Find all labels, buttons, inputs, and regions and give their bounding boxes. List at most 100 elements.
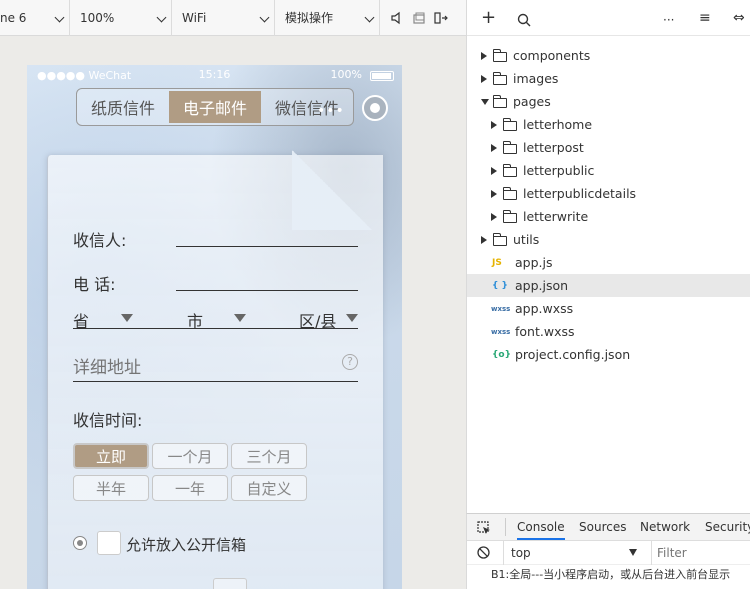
close-capsule-icon[interactable] [362,95,388,121]
chevron-right-icon[interactable] [491,144,497,152]
network-select[interactable]: WiFi [172,0,275,36]
json-file-icon: { } [492,280,508,291]
tree-folder[interactable]: images [467,67,750,90]
tree-item-label: components [513,48,591,63]
tree-file[interactable]: { } app.json [467,274,750,297]
public-mailbox-radio[interactable] [73,536,87,550]
city-dropdown-icon[interactable] [234,314,246,322]
detail-address-underline [73,381,358,382]
console-filter-input[interactable] [657,544,747,562]
public-mailbox-checkbox[interactable] [97,531,121,555]
folder-icon [502,210,517,223]
time-option-custom[interactable]: 自定义 [231,475,307,501]
receive-time-label: 收信时间: [73,411,143,430]
tree-folder[interactable]: letterpublic [467,159,750,182]
chevron-right-icon[interactable] [491,121,497,129]
time-option-immediate[interactable]: 立即 [73,443,149,469]
tree-item-label: app.json [515,278,569,293]
context-dropdown-icon[interactable] [629,549,637,556]
chevron-right-icon[interactable] [481,75,487,83]
recipient-label: 收信人: [73,231,127,250]
tree-item-label: app.wxss [515,301,574,316]
tab-network[interactable]: Network [640,520,690,534]
phone-input[interactable] [176,290,358,291]
tree-folder[interactable]: utils [467,228,750,251]
chevron-right-icon[interactable] [491,167,497,175]
chevron-down-icon [259,12,270,22]
tab-security[interactable]: Security [705,520,750,534]
tree-file[interactable]: wxss font.wxss [467,320,750,343]
district-dropdown-icon[interactable] [346,314,358,322]
chevron-down-icon [54,12,65,22]
tree-file[interactable]: JS app.js [467,251,750,274]
clear-console-icon[interactable] [477,546,490,559]
tree-folder[interactable]: letterpublicdetails [467,182,750,205]
inspect-element-icon[interactable] [477,521,491,535]
letter-type-tabs: 纸质信件 电子邮件 微信信件 [76,88,354,126]
tab-email-letter[interactable]: 电子邮件 [169,91,261,123]
tab-console[interactable]: Console [517,520,565,540]
tree-folder[interactable]: letterhome [467,113,750,136]
device-select[interactable]: ne 6 [0,0,70,36]
folder-icon [492,95,507,108]
tree-item-label: utils [513,232,540,247]
device-select-value: ne 6 [0,10,27,25]
add-file-icon[interactable]: + [481,9,496,27]
tree-folder[interactable]: letterpost [467,136,750,159]
chevron-down-icon [156,12,167,22]
time-option-three-months[interactable]: 三个月 [231,443,307,469]
folder-icon [502,187,517,200]
tree-item-label: pages [513,94,551,109]
rotate-device-icon[interactable] [412,11,426,25]
tree-folder[interactable]: pages [467,90,750,113]
more-options-icon[interactable]: ··· [663,12,674,28]
tab-divider [505,518,506,536]
chevron-right-icon[interactable] [481,52,487,60]
wxss-file-icon: wxss [491,327,511,336]
tab-paper-letter[interactable]: 纸质信件 [77,89,169,125]
detach-window-icon[interactable] [434,11,448,25]
devtools-tabs: Console Sources Network Security [467,514,750,541]
wxss-file-icon: wxss [491,304,511,313]
chevron-right-icon[interactable] [491,190,497,198]
folder-icon [492,49,507,62]
province-dropdown-icon[interactable] [121,314,133,322]
folder-icon [492,233,507,246]
chevron-right-icon[interactable] [481,236,487,244]
submit-button-partial[interactable] [213,578,247,589]
simulator-toolbar: ne 6 100% WiFi 模拟操作 [0,0,466,36]
paper-fold-decoration [292,150,372,230]
more-menu-icon[interactable]: ••• [317,103,345,119]
zoom-select[interactable]: 100% [70,0,172,36]
time-option-half-year[interactable]: 半年 [73,475,149,501]
region-underline [73,328,358,329]
operation-mode-value: 模拟操作 [285,11,334,25]
folder-icon [492,72,507,85]
time-option-one-month[interactable]: 一个月 [152,443,228,469]
tree-folder[interactable]: components [467,44,750,67]
volume-icon[interactable] [390,11,404,25]
tree-file[interactable]: {o} project.config.json [467,343,750,366]
operation-mode-select[interactable]: 模拟操作 [275,0,380,36]
public-mailbox-label: 允许放入公开信箱 [126,536,247,554]
help-icon[interactable]: ? [342,354,358,370]
tree-folder[interactable]: letterwrite [467,205,750,228]
console-filter-bar: top [467,541,750,565]
detail-address-input[interactable] [73,356,333,380]
recipient-input[interactable] [176,246,358,247]
devtools-console: Console Sources Network Security top B1:… [466,513,750,589]
tree-file[interactable]: wxss app.wxss [467,297,750,320]
tree-item-label: project.config.json [515,347,631,362]
chevron-down-icon [364,12,375,22]
sort-icon[interactable]: ≡ [699,10,711,26]
zoom-select-value: 100% [80,10,115,25]
chevron-right-icon[interactable] [491,213,497,221]
tab-sources[interactable]: Sources [579,520,626,534]
time-option-one-year[interactable]: 一年 [152,475,228,501]
chevron-down-icon[interactable] [481,99,489,105]
search-icon[interactable] [517,13,531,27]
tree-item-label: letterpublic [523,163,595,178]
context-select[interactable]: top [511,546,531,560]
tree-item-label: letterpublicdetails [523,186,637,201]
collapse-all-icon[interactable]: ⇔ [733,10,745,26]
